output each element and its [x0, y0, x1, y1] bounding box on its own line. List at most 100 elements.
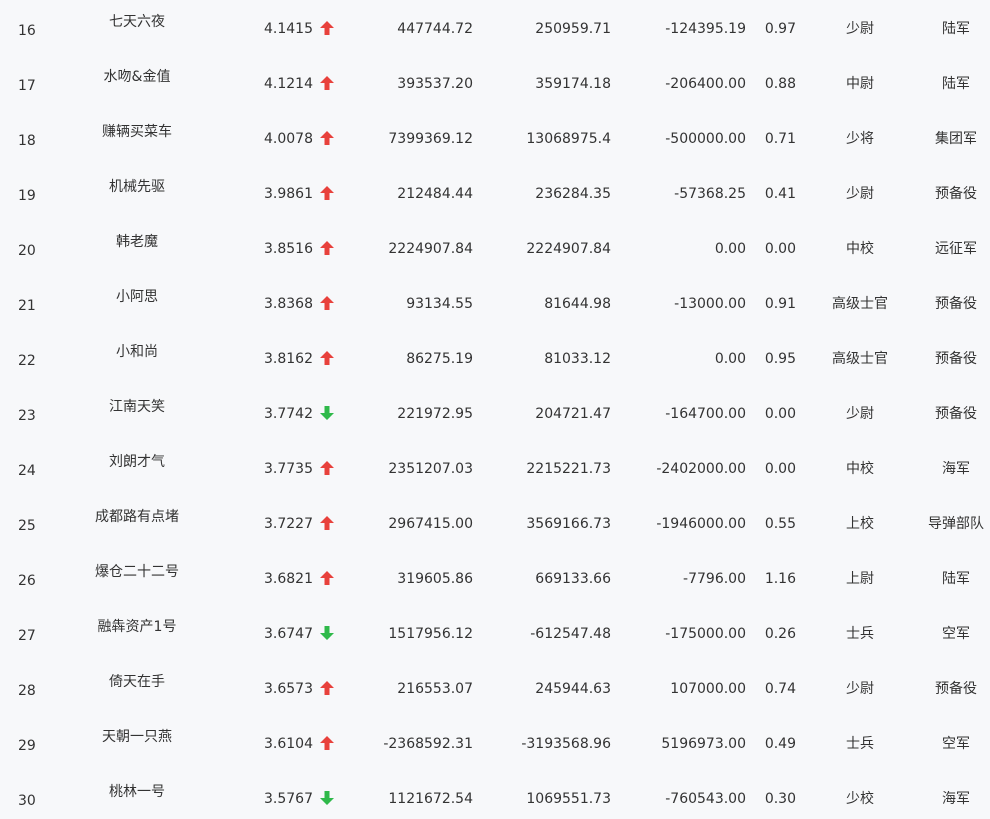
name-cell: 小阿思 [116, 289, 158, 305]
table-row[interactable]: 26 爆仓二十二号 3.6821 319605.86 669133.66 -7796.00… [0, 550, 990, 605]
score-cell: 3.7742 [264, 406, 313, 422]
rank-cell: 30 [18, 793, 36, 809]
value1-cell: 1517956.12 [388, 626, 473, 642]
title-cell: 高级士官 [832, 351, 888, 367]
value1-cell: 2967415.00 [388, 516, 473, 532]
name-cell: 七天六夜 [109, 14, 165, 30]
rank-cell: 28 [18, 683, 36, 699]
branch-cell: 预备役 [935, 681, 977, 697]
value3-cell: -164700.00 [665, 406, 746, 422]
value3-cell: 0.00 [714, 241, 746, 257]
arrow-up-icon [320, 76, 334, 91]
table-row[interactable]: 20 韩老魔 3.8516 2224907.84 2224907.84 0.00 0.00 中… [0, 220, 990, 275]
table-row[interactable]: 18 赚辆买菜车 4.0078 7399369.12 13068975.4 -500000… [0, 110, 990, 165]
branch-cell: 集团军 [935, 131, 977, 147]
arrow-down-icon [320, 406, 334, 421]
title-cell: 少尉 [846, 186, 874, 202]
rank-cell: 21 [18, 298, 36, 314]
ratio-cell: 0.00 [764, 406, 796, 422]
name-cell: 机械先驱 [109, 179, 165, 195]
branch-cell: 导弹部队 [928, 516, 984, 532]
value1-cell: 216553.07 [397, 681, 473, 697]
value2-cell: -612547.48 [530, 626, 611, 642]
name-cell: 桃林一号 [109, 784, 165, 800]
table-row[interactable]: 21 小阿思 3.8368 93134.55 81644.98 -13000.00 0.91… [0, 275, 990, 330]
value3-cell: -760543.00 [665, 791, 746, 807]
rank-cell: 29 [18, 738, 36, 754]
value2-cell: 81033.12 [544, 351, 611, 367]
value1-cell: 93134.55 [406, 296, 473, 312]
branch-cell: 陆军 [942, 21, 970, 37]
table-row[interactable]: 25 成都路有点堵 3.7227 2967415.00 3569166.73 -19460… [0, 495, 990, 550]
title-cell: 士兵 [846, 626, 874, 642]
ratio-cell: 0.97 [764, 21, 796, 37]
score-cell: 3.7227 [264, 516, 313, 532]
arrow-down-icon [320, 626, 334, 641]
rank-cell: 24 [18, 463, 36, 479]
arrow-up-icon [320, 186, 334, 201]
table-row[interactable]: 27 融犇资产1号 3.6747 1517956.12 -612547.48 -17500… [0, 605, 990, 660]
rank-cell: 27 [18, 628, 36, 644]
value2-cell: 13068975.4 [526, 131, 611, 147]
title-cell: 少尉 [846, 681, 874, 697]
title-cell: 少校 [846, 791, 874, 807]
branch-cell: 预备役 [935, 406, 977, 422]
rank-cell: 23 [18, 408, 36, 424]
value2-cell: 236284.35 [535, 186, 611, 202]
table-row[interactable]: 28 倚天在手 3.6573 216553.07 245944.63 107000.00 0… [0, 660, 990, 715]
table-row[interactable]: 29 天朝一只燕 3.6104 -2368592.31 -3193568.96 51969… [0, 715, 990, 770]
value1-cell: 2351207.03 [388, 461, 473, 477]
table-row[interactable]: 16 七天六夜 4.1415 447744.72 250959.71 -124395.19… [0, 0, 990, 55]
title-cell: 上校 [846, 516, 874, 532]
table-row[interactable]: 23 江南天笑 3.7742 221972.95 204721.47 -164700.00… [0, 385, 990, 440]
branch-cell: 预备役 [935, 351, 977, 367]
arrow-up-icon [320, 296, 334, 311]
branch-cell: 预备役 [935, 296, 977, 312]
value2-cell: 669133.66 [535, 571, 611, 587]
value3-cell: -175000.00 [665, 626, 746, 642]
arrow-up-icon [320, 681, 334, 696]
rank-cell: 17 [18, 78, 36, 94]
score-cell: 4.1214 [264, 76, 313, 92]
value2-cell: 2215221.73 [526, 461, 611, 477]
table-row[interactable]: 17 水吻&金值 4.1214 393537.20 359174.18 -206400.0… [0, 55, 990, 110]
name-cell: 韩老魔 [116, 234, 158, 250]
branch-cell: 海军 [942, 461, 970, 477]
name-cell: 赚辆买菜车 [102, 124, 172, 140]
name-cell: 爆仓二十二号 [95, 564, 179, 580]
ratio-cell: 0.00 [764, 241, 796, 257]
arrow-up-icon [320, 461, 334, 476]
ratio-cell: 0.95 [764, 351, 796, 367]
table-row[interactable]: 30 桃林一号 3.5767 1121672.54 1069551.73 -760543.… [0, 770, 990, 819]
ratio-cell: 0.74 [764, 681, 796, 697]
branch-cell: 预备役 [935, 186, 977, 202]
arrow-up-icon [320, 736, 334, 751]
value2-cell: 81644.98 [544, 296, 611, 312]
value1-cell: 447744.72 [397, 21, 473, 37]
value2-cell: 245944.63 [535, 681, 611, 697]
branch-cell: 远征军 [935, 241, 977, 257]
title-cell: 少尉 [846, 406, 874, 422]
arrow-up-icon [320, 131, 334, 146]
ratio-cell: 0.41 [764, 186, 796, 202]
value3-cell: 5196973.00 [661, 736, 746, 752]
name-cell: 成都路有点堵 [95, 509, 179, 525]
ratio-cell: 0.91 [764, 296, 796, 312]
value1-cell: 7399369.12 [388, 131, 473, 147]
arrow-up-icon [320, 571, 334, 586]
value3-cell: -2402000.00 [656, 461, 746, 477]
score-cell: 3.8368 [264, 296, 313, 312]
value1-cell: 393537.20 [397, 76, 473, 92]
table-row[interactable]: 19 机械先驱 3.9861 212484.44 236284.35 -57368.25 0… [0, 165, 990, 220]
score-cell: 3.6747 [264, 626, 313, 642]
table-row[interactable]: 24 刘朗才气 3.7735 2351207.03 2215221.73 -2402000… [0, 440, 990, 495]
value2-cell: 359174.18 [535, 76, 611, 92]
value1-cell: -2368592.31 [383, 736, 473, 752]
name-cell: 江南天笑 [109, 399, 165, 415]
title-cell: 高级士官 [832, 296, 888, 312]
score-cell: 4.1415 [264, 21, 313, 37]
score-cell: 3.6821 [264, 571, 313, 587]
table-row[interactable]: 22 小和尚 3.8162 86275.19 81033.12 0.00 0.95 高级士官 预… [0, 330, 990, 385]
value2-cell: 2224907.84 [526, 241, 611, 257]
value1-cell: 319605.86 [397, 571, 473, 587]
